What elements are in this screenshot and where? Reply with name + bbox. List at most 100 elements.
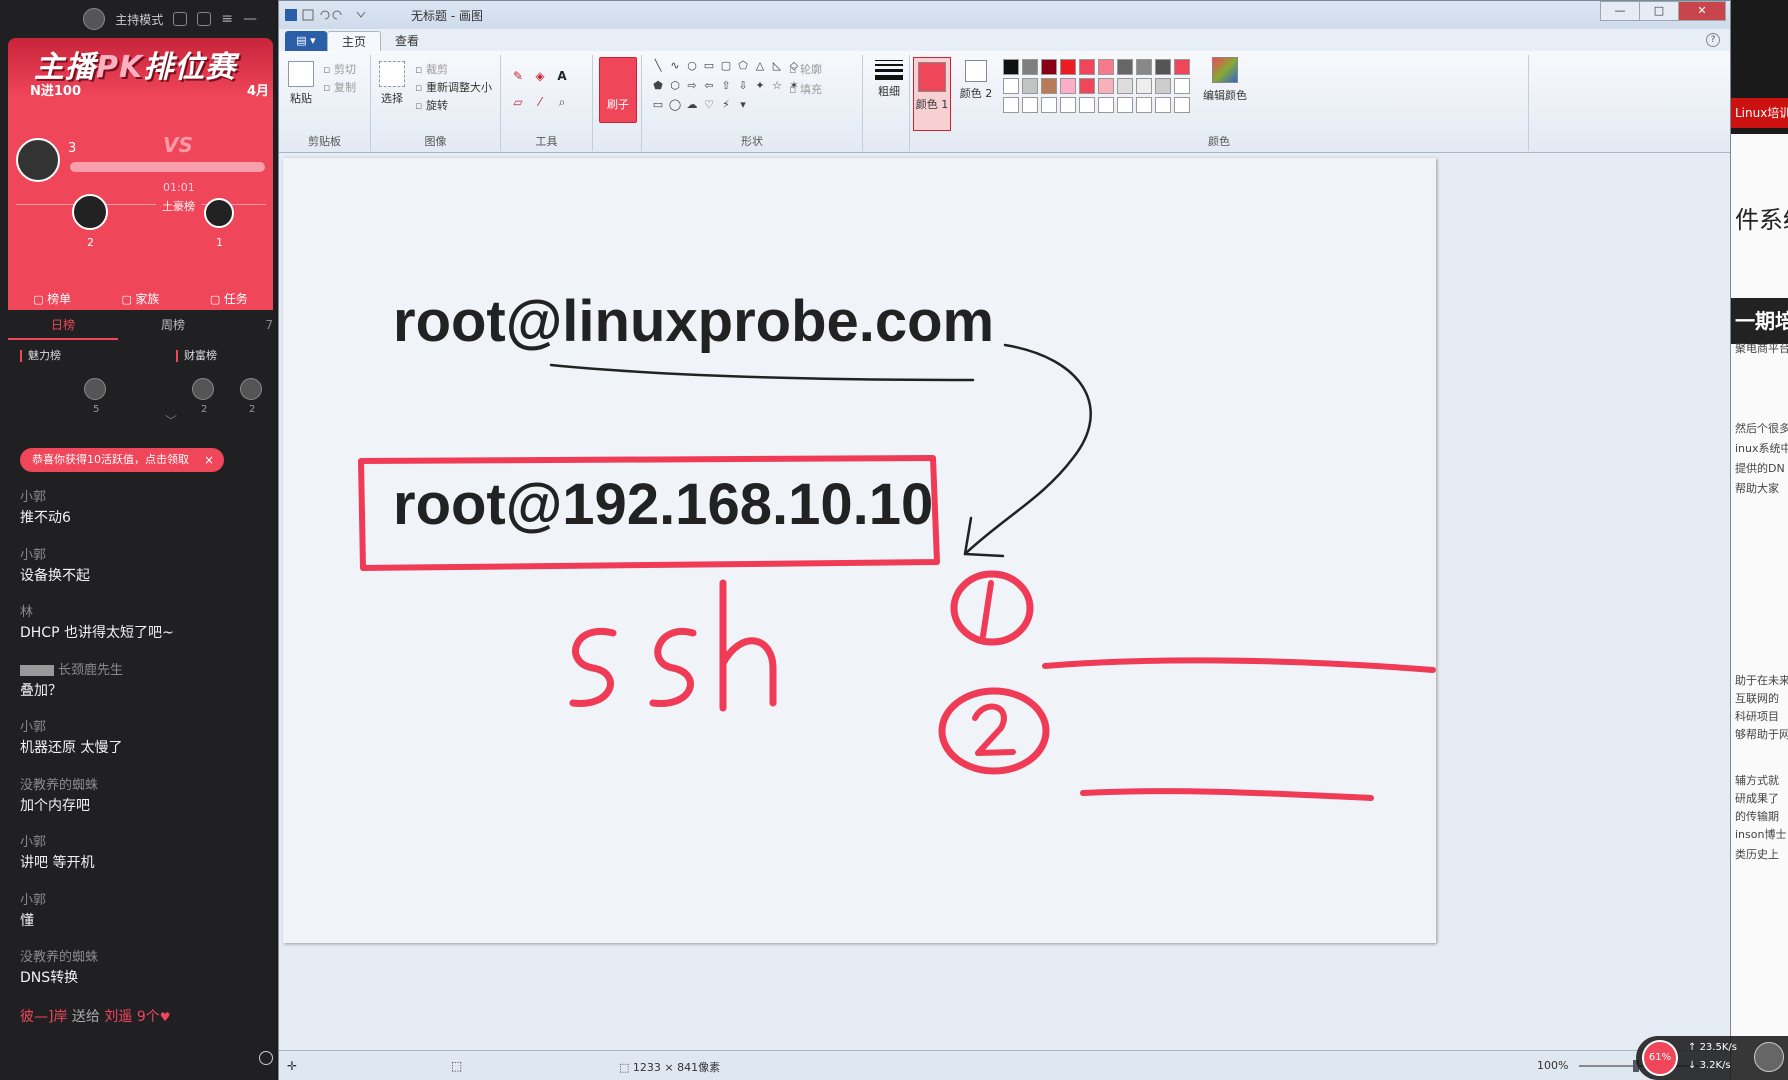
popout-icon[interactable] — [197, 12, 212, 26]
screen: 主持模式 ≡ — 主播PK排位赛 N进100 4月 3 VS 01:01 土豪榜… — [0, 0, 1788, 1080]
chat-message: 小郭 推不动6 — [20, 488, 260, 546]
close-button[interactable]: ✕ — [1678, 1, 1726, 21]
anchor-avatar[interactable] — [16, 138, 60, 182]
chat-text: 懂 — [20, 912, 34, 929]
live-stream-panel: 主持模式 ≡ — 主播PK排位赛 N进100 4月 3 VS 01:01 土豪榜… — [0, 0, 275, 1080]
pk-stage: N进100 — [30, 84, 82, 99]
top-fan-avatar-right[interactable] — [204, 198, 234, 228]
heart-icon: ♥ — [159, 1010, 171, 1024]
gift-to[interactable]: 刘遥 — [104, 1009, 132, 1025]
page-banner[interactable]: 一期培 — [1731, 298, 1788, 344]
tab-weekly[interactable]: 周榜 — [118, 314, 228, 340]
minimize-button[interactable]: — — [1600, 1, 1640, 21]
tab-extra[interactable]: 7 — [228, 314, 273, 340]
paint-window: 无标题 - 画图 — □ ✕ ▤ ▾ 主页 查看 ? 粘贴 剪切 复制 剪贴板 — [278, 0, 1731, 1080]
chat-username[interactable]: 长颈鹿先生 — [20, 661, 260, 681]
pencil-icon[interactable]: ✎ — [511, 69, 525, 83]
page-text-line: 提供的DN — [1735, 462, 1785, 475]
promo-banner[interactable]: 恭喜你获得10活跃值，点击领取 × — [20, 448, 224, 472]
settings-icon[interactable] — [173, 12, 188, 26]
magnifier-icon[interactable]: ⌕ — [555, 95, 569, 109]
chat-username[interactable]: 没教养的蜘蛛 — [20, 776, 260, 796]
chat-username[interactable]: 小郭 — [20, 718, 260, 738]
eraser-icon[interactable]: ▱ — [511, 95, 525, 109]
user-avatar[interactable] — [1754, 1042, 1784, 1072]
select-button[interactable]: 选择 — [377, 61, 407, 106]
gift-from[interactable]: 彼—]岸 — [20, 1009, 67, 1025]
pk-banner[interactable]: 主播PK排位赛 N进100 4月 — [8, 38, 273, 99]
window-controls: — □ ✕ — [1600, 1, 1726, 21]
text-tool-icon[interactable]: A — [555, 69, 569, 83]
rotate-button[interactable]: 旋转 — [415, 97, 448, 113]
chat-username[interactable]: 小郭 — [20, 488, 260, 508]
arrow-stroke — [963, 343, 1092, 556]
fill-button[interactable]: 填充 — [789, 81, 822, 97]
chat-username[interactable]: 林 — [20, 603, 260, 623]
host-mode-label[interactable]: 主持模式 — [115, 11, 163, 28]
chat-username[interactable]: 没教养的蜘蛛 — [20, 948, 260, 968]
ssh-s1 — [569, 627, 617, 707]
charm-top-avatar[interactable] — [84, 378, 106, 400]
size-icon — [869, 60, 909, 80]
tab-tasks[interactable]: 任务 — [210, 290, 248, 307]
page-text-line: 类历史上 — [1735, 848, 1779, 861]
page-text-line: 的传输期 — [1735, 810, 1779, 823]
paste-button[interactable]: 粘贴 — [287, 61, 315, 106]
close-icon[interactable]: × — [204, 448, 214, 472]
chat-username[interactable]: 小郭 — [20, 833, 260, 853]
crop-button[interactable]: 裁剪 — [415, 61, 448, 77]
page-text-line: 科研项目 — [1735, 710, 1779, 723]
fill-icon[interactable]: ◈ — [533, 69, 547, 83]
menu-icon[interactable]: ≡ — [221, 11, 233, 27]
chevron-down-icon[interactable]: ﹀ — [165, 412, 177, 429]
top-fan-avatar-left[interactable] — [72, 194, 108, 230]
help-icon[interactable]: ? — [1706, 33, 1720, 47]
quick-access-toolbar[interactable] — [285, 7, 385, 21]
ssh-h — [719, 579, 777, 712]
size-button[interactable]: 粗细 — [869, 57, 909, 99]
tab-rankings[interactable]: 榜单 — [33, 290, 71, 307]
network-speed-widget[interactable]: 61% ↑ 23.5K/s ↓ 3.2K/s — [1636, 1036, 1788, 1080]
title-bar[interactable]: 无标题 - 画图 — □ ✕ — [279, 1, 1730, 29]
file-menu-button[interactable]: ▤ ▾ — [285, 31, 327, 51]
chat-username[interactable]: 小郭 — [20, 891, 260, 911]
live-topbar: 主持模式 ≡ — — [0, 0, 275, 38]
gift-count: 9个 — [136, 1009, 160, 1025]
host-avatar[interactable] — [83, 8, 106, 30]
chat-username[interactable]: 小郭 — [20, 546, 260, 566]
tab-family[interactable]: 家族 — [122, 290, 159, 307]
ribbon: 粘贴 剪切 复制 剪贴板 选择 裁剪 重新调整大小 旋转 图像 ✎ ◈ A — [279, 51, 1730, 153]
resize-button[interactable]: 重新调整大小 — [415, 79, 492, 95]
wealth-top-avatar-1[interactable] — [192, 378, 214, 400]
maximize-button[interactable]: □ — [1639, 1, 1679, 21]
paste-icon — [288, 61, 314, 87]
browser-tab[interactable]: Linux培训 — [1731, 98, 1788, 128]
tab-view[interactable]: 查看 — [381, 31, 433, 51]
cut-button[interactable]: 剪切 — [323, 61, 356, 77]
tab-home[interactable]: 主页 — [327, 31, 382, 51]
copy-button[interactable]: 复制 — [323, 79, 356, 95]
chat-text: DHCP 也讲得太短了吧~ — [20, 625, 174, 641]
clipboard-group: 粘贴 剪切 复制 剪贴板 — [279, 55, 371, 151]
outline-button[interactable]: 轮廓 — [789, 61, 822, 77]
tools-group: ✎ ◈ A ▱ ⁄ ⌕ 工具 — [501, 55, 593, 151]
emoji-icon[interactable] — [259, 1051, 273, 1065]
shapes-gallery[interactable]: ╲ ∿ ○ ▭ ▢ ⬠ △ ◺ ◇ ⬟ ⬡ ⇨ ⇦ ⇧ ⇩ ✦ ☆ ✶ ▭ ◯ ☁ ♡ ⚡ ▾ — [651, 59, 799, 115]
charm-board-label[interactable]: 魅力榜 — [20, 350, 61, 362]
minimize-icon[interactable]: — — [243, 11, 257, 27]
user-badge — [20, 664, 54, 676]
rich-rank-label[interactable]: 土豪榜 — [156, 198, 201, 214]
chat-message: 小郭 机器还原 太慢了 — [20, 718, 260, 776]
page-text-line: 研成果了 — [1735, 792, 1779, 805]
wealth-board-label[interactable]: 财富榜 — [176, 350, 217, 362]
drawing-canvas[interactable]: root@linuxprobe.com root@192.168.10.10 — [283, 158, 1436, 943]
select-icon — [379, 61, 405, 87]
page-text-line: inson博士 — [1735, 828, 1787, 841]
color-picker-icon[interactable]: ⁄ — [533, 95, 547, 109]
cpu-usage-ring: 61% — [1642, 1040, 1678, 1076]
tab-daily[interactable]: 日榜 — [8, 314, 118, 340]
page-text-line: 辅方式就 — [1735, 774, 1779, 787]
brush-button[interactable]: 刷子 — [599, 57, 637, 123]
wealth-top-avatar-2[interactable] — [240, 378, 262, 400]
chat-text: 加个内存吧 — [20, 797, 90, 814]
